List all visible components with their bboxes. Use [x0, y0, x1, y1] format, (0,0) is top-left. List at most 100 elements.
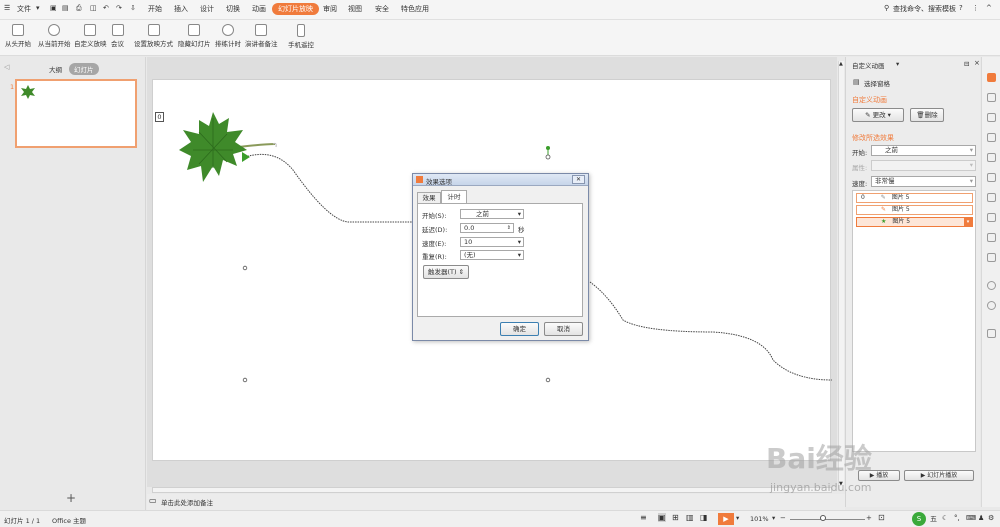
fit-window-icon[interactable]: ⊡: [878, 513, 885, 522]
tab-outline[interactable]: 大纲: [49, 64, 62, 74]
zoom-out-icon[interactable]: −: [780, 514, 786, 522]
list-item[interactable]: ✎ 图片 5: [856, 205, 973, 215]
zoom-in-icon[interactable]: +: [866, 514, 872, 522]
play-slideshow-button[interactable]: ▶: [718, 513, 734, 525]
notes-toggle-icon[interactable]: ≡: [640, 513, 647, 522]
tab-slides[interactable]: 幻灯片: [69, 63, 99, 75]
tab-animation[interactable]: 动画: [252, 4, 266, 14]
save-icon[interactable]: ▣: [50, 4, 57, 12]
ribbon: 从头开始 从当前开始 自定义放映 会议 设置放映方式 隐藏幻灯片 排练计时 演讲…: [0, 20, 1000, 56]
speed-select[interactable]: 非常慢 ▾: [871, 176, 976, 187]
customize-icon[interactable]: ⇩: [130, 4, 136, 12]
pin-icon[interactable]: ⊟: [964, 60, 969, 68]
fit-icon[interactable]: ◨: [700, 513, 708, 522]
ime-mode-icon[interactable]: 五: [930, 514, 937, 524]
more-icon[interactable]: [987, 329, 996, 338]
ime-moon-icon[interactable]: ☾: [942, 514, 948, 522]
print-icon[interactable]: ⎙: [76, 4, 82, 13]
play-from-start-button[interactable]: 从头开始: [5, 24, 31, 48]
folder-icon[interactable]: ▤: [62, 4, 69, 12]
start-select[interactable]: 之前 ▾: [871, 145, 976, 156]
dialog-titlebar[interactable]: 效果选项 ✕: [413, 174, 588, 186]
ime-punct-icon[interactable]: °,: [954, 514, 960, 522]
phone-remote-button[interactable]: 手机遥控: [288, 24, 314, 49]
speaker-notes-button[interactable]: 演讲者备注: [245, 24, 278, 48]
hamburger-icon[interactable]: ☰: [4, 4, 10, 12]
tab-review[interactable]: 审阅: [323, 4, 337, 14]
table-icon[interactable]: [987, 193, 996, 202]
tab-transition[interactable]: 切换: [226, 4, 240, 14]
cancel-button[interactable]: 取消: [544, 322, 583, 336]
image-icon[interactable]: [987, 233, 996, 242]
ok-button[interactable]: 确定: [500, 322, 539, 336]
help-icon[interactable]: ?: [959, 4, 963, 12]
list-item[interactable]: ★ 图片 5 ▾: [856, 217, 973, 227]
help-icon[interactable]: [987, 301, 996, 310]
trigger-button[interactable]: 触发器(T) ⇕: [423, 265, 469, 279]
zoom-slider[interactable]: [790, 519, 865, 520]
add-slide-button[interactable]: +: [66, 491, 76, 505]
chevron-down-icon[interactable]: ▾: [896, 60, 899, 68]
hide-slide-button[interactable]: 隐藏幻灯片: [178, 24, 211, 48]
meeting-button[interactable]: 会议: [111, 24, 124, 48]
ime-settings-icon[interactable]: ⚙: [988, 514, 994, 522]
chevron-down-icon[interactable]: ▾: [36, 4, 40, 12]
list-item[interactable]: 0 ✎ 图片 5: [856, 193, 973, 203]
collapse-panel-icon[interactable]: ◁: [4, 63, 9, 71]
start-select[interactable]: 之前 ▾: [460, 209, 524, 219]
normal-view-icon[interactable]: ▣: [658, 513, 666, 522]
speed-select[interactable]: 10 ▾: [460, 237, 524, 247]
tab-features[interactable]: 特色应用: [401, 4, 429, 14]
file-menu[interactable]: 文件: [17, 4, 31, 14]
redo-icon[interactable]: ↷: [116, 4, 122, 12]
tab-security[interactable]: 安全: [375, 4, 389, 14]
zoom-slider-thumb[interactable]: [820, 515, 826, 521]
thumbnail-leaf-icon: [21, 85, 35, 99]
horizontal-scrollbar[interactable]: [152, 487, 832, 493]
sorter-view-icon[interactable]: ⊞: [672, 513, 679, 522]
layout-icon[interactable]: [987, 153, 996, 162]
close-icon[interactable]: ×: [974, 59, 980, 67]
rehearse-timing-button[interactable]: 排练计时: [215, 24, 241, 48]
keyboard-icon[interactable]: ⌨: [966, 514, 976, 522]
history-icon[interactable]: [987, 281, 996, 290]
search-command[interactable]: 查找命令、搜索模板: [893, 4, 956, 14]
tab-view[interactable]: 视图: [348, 4, 362, 14]
dialog-close-button[interactable]: ✕: [572, 175, 585, 184]
search-icon[interactable]: ⚲: [884, 4, 889, 12]
ime-icon[interactable]: S: [912, 512, 926, 526]
slide-thumbnail[interactable]: [15, 79, 137, 148]
play-from-current-button[interactable]: 从当前开始: [38, 24, 71, 48]
tab-design[interactable]: 设计: [200, 4, 214, 14]
motion-effect-icon: ✎: [881, 206, 887, 213]
collapse-icon[interactable]: ^: [986, 4, 992, 12]
undo-icon[interactable]: ↶: [103, 4, 109, 12]
change-effect-button[interactable]: ✎ 更改 ▾: [852, 108, 904, 122]
tab-slideshow[interactable]: 幻灯片放映: [272, 3, 319, 15]
design-icon[interactable]: [987, 113, 996, 122]
reading-view-icon[interactable]: ▥: [686, 513, 694, 522]
tab-insert[interactable]: 插入: [174, 4, 188, 14]
custom-show-button[interactable]: 自定义放映: [74, 24, 107, 48]
shapes-icon[interactable]: [987, 93, 996, 102]
zoom-level[interactable]: 101%: [750, 515, 769, 523]
properties-icon[interactable]: [987, 133, 996, 142]
backup-icon[interactable]: [987, 173, 996, 182]
delay-input[interactable]: 0.0 ⇕: [460, 223, 514, 233]
chevron-down-icon[interactable]: ▾: [736, 514, 739, 522]
more-icon[interactable]: ⋮: [972, 4, 979, 12]
delete-effect-button[interactable]: 🗑删除: [910, 108, 944, 122]
repeat-select[interactable]: (无) ▾: [460, 250, 524, 260]
animation-pane-icon[interactable]: [987, 73, 996, 82]
preview-icon[interactable]: ◫: [90, 4, 97, 12]
edit-icon[interactable]: [987, 213, 996, 222]
tab-home[interactable]: 开始: [148, 4, 162, 14]
chevron-down-icon[interactable]: ▾: [772, 514, 775, 522]
setup-show-button[interactable]: 设置放映方式: [134, 24, 173, 48]
select-pane-link[interactable]: 选择窗格: [864, 78, 890, 88]
notes-placeholder[interactable]: 单击此处添加备注: [161, 497, 213, 507]
ime-user-icon[interactable]: ♟: [978, 514, 984, 522]
audio-icon[interactable]: [987, 253, 996, 262]
tab-timing[interactable]: 计时: [441, 190, 467, 204]
vertical-scrollbar[interactable]: ▲ ▼: [838, 61, 844, 491]
